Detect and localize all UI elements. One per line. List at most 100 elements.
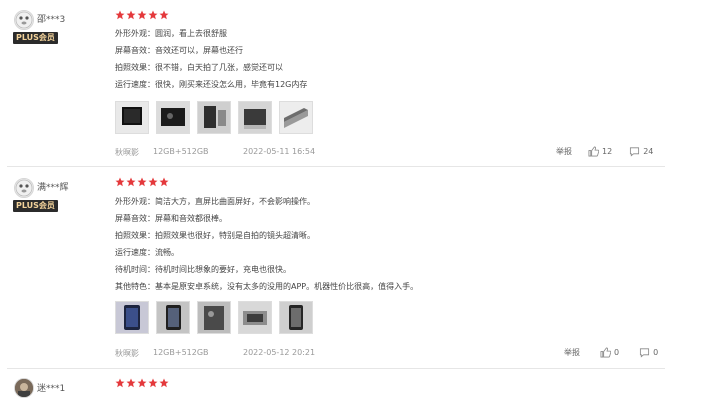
review-date: 2022-05-11 16:54 (243, 147, 316, 156)
photo-image (204, 106, 226, 128)
photo-image (124, 305, 140, 330)
report-button[interactable]: 举报 (556, 146, 572, 157)
review-divider (7, 368, 665, 369)
review-line: 运行速度：流畅。 (115, 247, 179, 259)
like-count: 12 (602, 147, 613, 156)
avatar-icon (15, 11, 33, 29)
plus-badge: PLUS会员 (13, 200, 58, 212)
review-photo[interactable] (238, 301, 272, 334)
review-photo[interactable] (115, 301, 149, 334)
line-value: 流畅。 (155, 248, 179, 257)
photo-image (204, 306, 224, 330)
avatar-icon (15, 379, 33, 397)
review-line: 外形外观：圆润，看上去很舒服 (115, 28, 227, 40)
comment-icon (630, 147, 640, 157)
review-actions: 举报 0 0 (564, 347, 658, 358)
star-icon (137, 10, 147, 20)
report-label: 举报 (556, 147, 572, 156)
variant-label: 秋暝影 (115, 349, 139, 358)
line-key: 屏幕音效： (115, 214, 155, 223)
review-line: 屏幕音效：屏幕和音效都很棒。 (115, 213, 227, 225)
spec-label: 12GB+512GB (153, 348, 209, 357)
plus-badge: PLUS会员 (13, 32, 58, 44)
like-button[interactable]: 0 (600, 347, 619, 358)
review-line: 屏幕音效：音效还可以，屏幕也还行 (115, 45, 243, 57)
star-rating (115, 378, 169, 388)
star-icon (137, 177, 147, 187)
comment-button[interactable]: 0 (639, 347, 658, 358)
thumb-up-icon (600, 347, 611, 358)
like-button[interactable]: 12 (588, 146, 612, 157)
comment-count: 0 (653, 348, 659, 357)
photo-image (166, 305, 181, 330)
review-divider (7, 166, 665, 167)
star-rating (115, 10, 169, 20)
review-photo[interactable] (197, 301, 231, 334)
review-line: 运行速度：很快，刚买来还没怎么用，毕竟有12G内存 (115, 79, 307, 91)
review-date: 2022-05-12 20:21 (243, 348, 316, 357)
line-value: 很不错，白天拍了几张，感觉还可以 (155, 63, 283, 72)
line-key: 外形外观： (115, 29, 155, 38)
photo-image (289, 305, 303, 330)
review-photo[interactable] (156, 301, 190, 334)
star-icon (115, 10, 125, 20)
review-line: 外形外观：简洁大方，直屏比曲面屏好，不会影响操作。 (115, 196, 315, 208)
star-icon (148, 177, 158, 187)
username[interactable]: 迷***1 (37, 381, 65, 394)
report-label: 举报 (564, 348, 580, 357)
avatar[interactable] (14, 10, 34, 30)
line-value: 简洁大方，直屏比曲面屏好，不会影响操作。 (155, 197, 315, 206)
spec-label: 12GB+512GB (153, 147, 209, 156)
review-photo[interactable] (115, 101, 149, 134)
review-photo[interactable] (279, 101, 313, 134)
line-key: 其他特色： (115, 282, 155, 291)
line-value: 音效还可以，屏幕也还行 (155, 46, 243, 55)
star-icon (126, 378, 136, 388)
review-photo[interactable] (279, 301, 313, 334)
star-icon (159, 10, 169, 20)
line-value: 屏幕和音效都很棒。 (155, 214, 227, 223)
star-icon (115, 177, 125, 187)
photo-strip (115, 301, 313, 334)
star-icon (159, 177, 169, 187)
star-icon (115, 378, 125, 388)
review-photo[interactable] (197, 101, 231, 134)
comment-count: 24 (643, 147, 654, 156)
star-icon (126, 177, 136, 187)
avatar-icon (15, 179, 33, 197)
review-actions: 举报 12 24 (556, 146, 653, 157)
star-icon (148, 378, 158, 388)
avatar[interactable] (14, 378, 34, 398)
photo-strip (115, 101, 313, 134)
comment-icon (640, 348, 650, 358)
line-value: 基本是原安卓系统，没有太多的没用的APP。机器性价比很高，值得入手。 (155, 282, 419, 291)
username[interactable]: 邵***3 (37, 12, 65, 25)
star-icon (126, 10, 136, 20)
line-value: 圆润，看上去很舒服 (155, 29, 227, 38)
line-key: 运行速度： (115, 248, 155, 257)
star-icon (148, 10, 158, 20)
comment-button[interactable]: 24 (629, 146, 653, 157)
line-value: 很快，刚买来还没怎么用，毕竟有12G内存 (155, 80, 308, 89)
photo-image (284, 108, 308, 128)
review-meta: 秋暝影 12GB+512GB 2022-05-11 16:54 (115, 147, 315, 158)
review-meta: 秋暝影 12GB+512GB 2022-05-12 20:21 (115, 348, 315, 359)
photo-image (161, 108, 185, 126)
star-rating (115, 177, 169, 187)
review-line: 拍照效果：拍照效果也很好，特别是自拍的镜头超清晰。 (115, 230, 315, 242)
report-button[interactable]: 举报 (564, 347, 580, 358)
star-icon (159, 378, 169, 388)
photo-image (122, 107, 142, 125)
avatar[interactable] (14, 178, 34, 198)
review-photo[interactable] (156, 101, 190, 134)
review-line: 其他特色：基本是原安卓系统，没有太多的没用的APP。机器性价比很高，值得入手。 (115, 281, 418, 293)
username[interactable]: 满***辉 (37, 180, 69, 193)
photo-image (243, 311, 267, 325)
review-photo[interactable] (238, 101, 272, 134)
variant-label: 秋暝影 (115, 148, 139, 157)
line-value: 拍照效果也很好，特别是自拍的镜头超清晰。 (155, 231, 315, 240)
review-line: 拍照效果：很不错，白天拍了几张，感觉还可以 (115, 62, 283, 74)
like-count: 0 (614, 348, 620, 357)
star-icon (137, 378, 147, 388)
line-key: 拍照效果： (115, 231, 155, 240)
